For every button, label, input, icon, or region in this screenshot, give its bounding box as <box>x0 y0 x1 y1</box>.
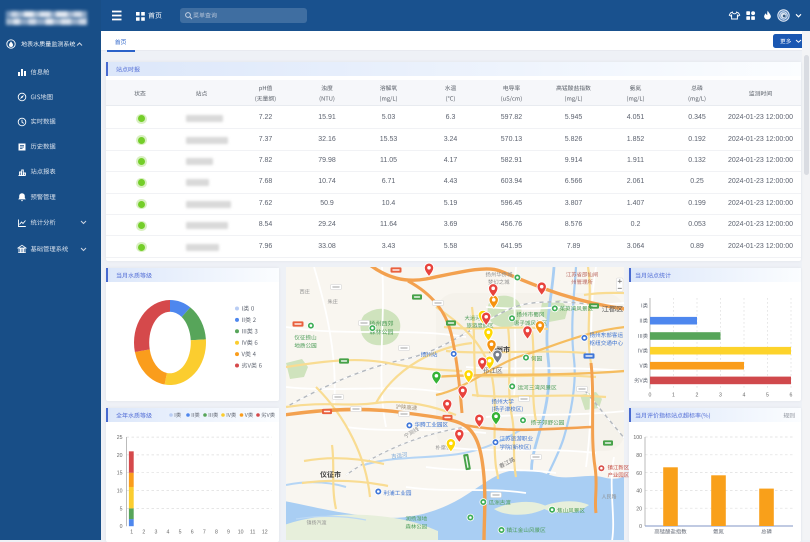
svg-text:8: 8 <box>215 529 218 535</box>
svg-text:1: 1 <box>672 393 675 399</box>
svg-text:10: 10 <box>238 529 244 535</box>
svg-text:2: 2 <box>142 529 145 535</box>
svg-text:4: 4 <box>167 529 170 535</box>
svg-text:6: 6 <box>790 393 793 399</box>
svg-text:15: 15 <box>117 471 123 477</box>
svg-text:1: 1 <box>130 529 133 535</box>
svg-text:100: 100 <box>633 435 642 441</box>
svg-text:7: 7 <box>203 529 206 535</box>
svg-text:0: 0 <box>639 524 642 530</box>
svg-text:9: 9 <box>227 529 230 535</box>
svg-text:20: 20 <box>636 506 642 512</box>
svg-text:3: 3 <box>719 393 722 399</box>
svg-text:80: 80 <box>636 453 642 459</box>
svg-text:4: 4 <box>743 393 746 399</box>
svg-text:20: 20 <box>117 453 123 459</box>
svg-text:10: 10 <box>117 489 123 495</box>
svg-text:25: 25 <box>117 435 123 441</box>
svg-text:5: 5 <box>120 506 123 512</box>
svg-text:0: 0 <box>120 524 123 530</box>
svg-text:60: 60 <box>636 471 642 477</box>
svg-text:5: 5 <box>766 393 769 399</box>
svg-text:3: 3 <box>154 529 157 535</box>
svg-text:12: 12 <box>262 529 268 535</box>
svg-text:40: 40 <box>636 489 642 495</box>
svg-text:6: 6 <box>191 529 194 535</box>
svg-text:5: 5 <box>179 529 182 535</box>
svg-text:11: 11 <box>250 529 255 535</box>
svg-text:0: 0 <box>649 393 652 399</box>
svg-text:2: 2 <box>696 393 699 399</box>
